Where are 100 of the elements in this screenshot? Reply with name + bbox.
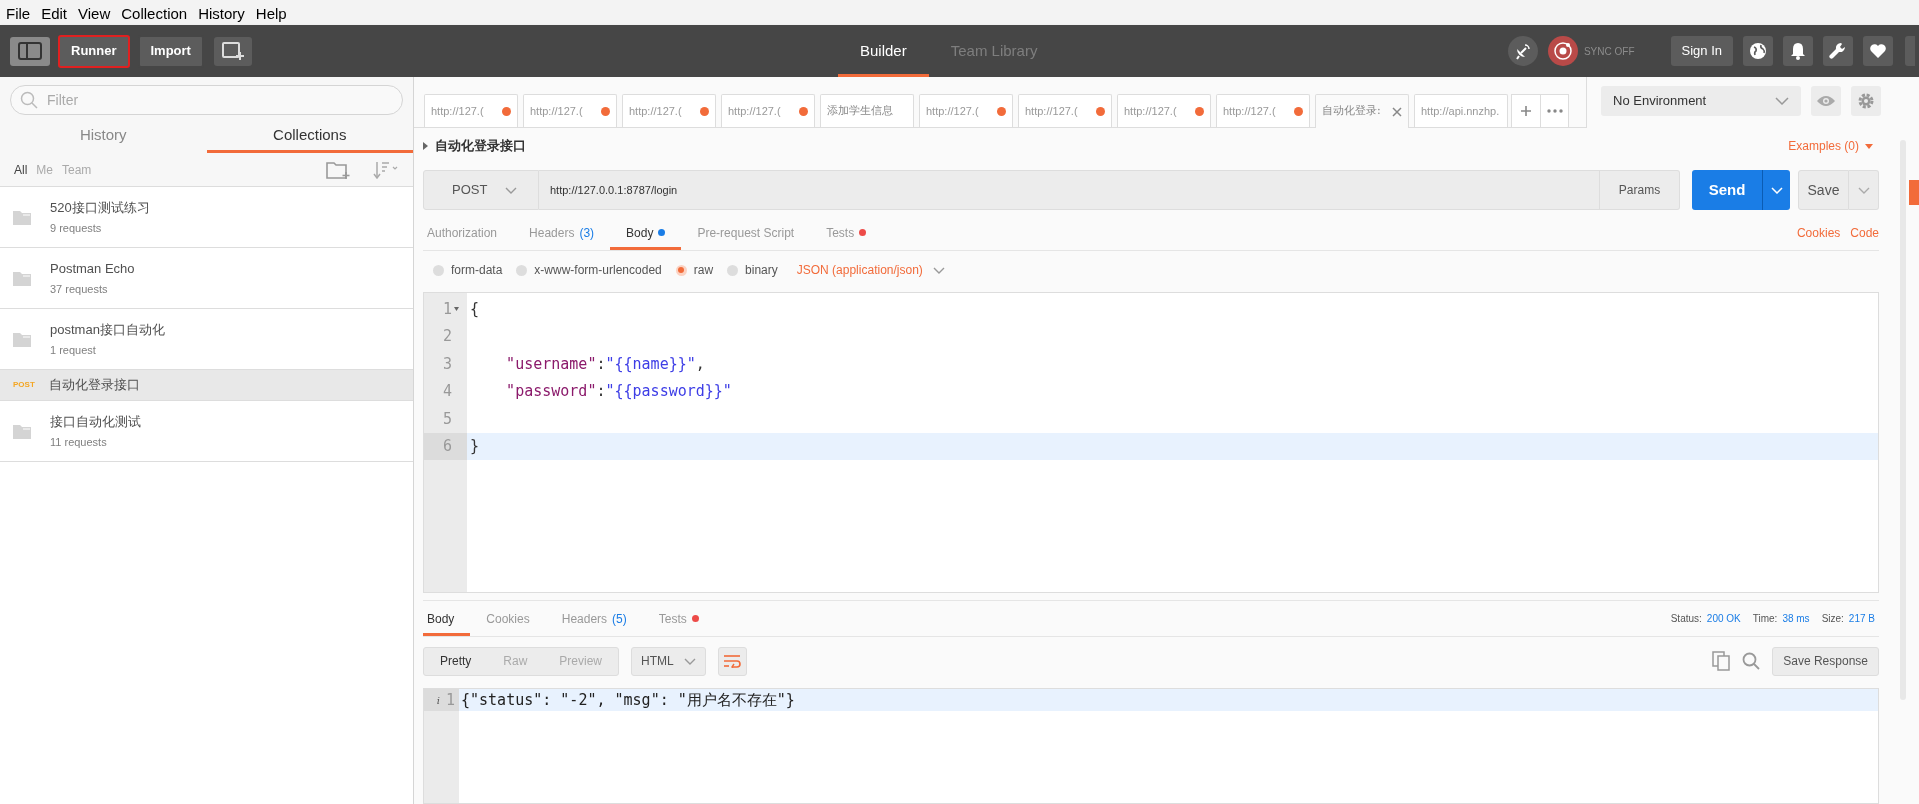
- folder-icon: [13, 423, 31, 439]
- fold-caret-icon: [454, 306, 459, 311]
- request-tab[interactable]: 自动化登录:: [1315, 94, 1409, 128]
- notifications-button[interactable]: [1783, 36, 1813, 66]
- favorite-button[interactable]: [1863, 36, 1893, 66]
- chevron-down-icon: [1857, 186, 1870, 194]
- code-line: "password":"{{password}}": [505, 381, 732, 402]
- radio-option[interactable]: x-www-form-urlencoded: [516, 261, 662, 279]
- add-tab-button[interactable]: [1511, 94, 1541, 127]
- stat-label: Status:: [1670, 612, 1702, 626]
- format-dropdown[interactable]: HTML: [631, 646, 706, 676]
- request-title: 自动化登录接口: [435, 137, 526, 156]
- menu-item[interactable]: Help: [255, 4, 287, 25]
- menu-item[interactable]: Collection: [121, 4, 188, 25]
- line-number: 1: [445, 689, 455, 711]
- request-count: 37 requests: [50, 282, 109, 297]
- bell-icon: [1789, 42, 1807, 60]
- sidebar-toggle-button[interactable]: [10, 36, 50, 66]
- code-line: {"status": "-2", "msg": "用户名不存在"}: [461, 689, 795, 711]
- menu-item[interactable]: View: [78, 4, 111, 25]
- satellite-icon: [1513, 42, 1532, 60]
- import-button[interactable]: Import: [137, 34, 204, 68]
- menu-item[interactable]: History: [198, 4, 245, 25]
- line-number: 6: [442, 436, 452, 457]
- line-number: 1: [442, 298, 452, 320]
- sidebar-icon: [18, 42, 42, 60]
- method-label: POST: [13, 379, 36, 391]
- satellite-button[interactable]: [1507, 36, 1538, 66]
- globe-icon: [1749, 42, 1767, 60]
- line-number: 2: [442, 326, 452, 347]
- info-marker: i: [436, 693, 440, 708]
- new-folder-icon[interactable]: [326, 159, 350, 180]
- close-icon: [1392, 106, 1402, 117]
- view-mode-button[interactable]: Pretty: [424, 647, 488, 675]
- url-field[interactable]: http://127.0.0.1:8787/login: [539, 170, 1600, 210]
- menu-item[interactable]: Edit: [41, 4, 68, 25]
- radio-option[interactable]: raw: [675, 261, 714, 279]
- wrench-icon: [1829, 42, 1847, 60]
- chevron-down-icon: [932, 266, 945, 274]
- radio-option[interactable]: form-data: [433, 261, 503, 279]
- request-tab[interactable]: 添加学生信息: [820, 94, 914, 127]
- heart-icon: [1869, 42, 1887, 60]
- side-marker: [1909, 180, 1919, 205]
- filter-field[interactable]: Filter: [10, 85, 403, 115]
- new-tab-button[interactable]: [213, 36, 252, 66]
- request-count: 1 request: [50, 343, 97, 358]
- sync-icon: [1547, 36, 1578, 66]
- line-number: 4: [442, 381, 452, 402]
- request-count: 9 requests: [50, 221, 103, 236]
- sort-icon[interactable]: [373, 160, 399, 179]
- chevron-down-icon: [505, 186, 518, 194]
- quick-look-button[interactable]: [1811, 86, 1841, 116]
- scope-filter[interactable]: All: [14, 160, 28, 179]
- more-tabs-button[interactable]: [1541, 94, 1569, 127]
- stat-value: 200 OK: [1706, 612, 1741, 626]
- collection-name: 接口自动化测试: [50, 412, 141, 431]
- save-response-button[interactable]: Save Response: [1772, 646, 1879, 676]
- search-icon: [20, 91, 38, 109]
- params-button[interactable]: Params: [1600, 170, 1680, 210]
- stat-label: Time:: [1752, 612, 1778, 626]
- line-number: 5: [442, 408, 452, 430]
- code-line: "username":"{{name}}",: [505, 353, 705, 375]
- copy-icon[interactable]: [1712, 651, 1731, 671]
- folder-icon: [13, 270, 31, 286]
- search-icon[interactable]: [1742, 652, 1761, 670]
- wrap-icon: [723, 654, 742, 668]
- globe-button[interactable]: [1743, 36, 1773, 66]
- chevron-down-icon: [1775, 97, 1789, 105]
- request-item[interactable]: POST 自动化登录接口: [0, 370, 413, 401]
- environment-dropdown[interactable]: No Environment: [1601, 86, 1801, 116]
- sign-in-button[interactable]: Sign In: [1670, 36, 1733, 66]
- send-options-button[interactable]: [1762, 170, 1790, 210]
- caret-down-icon: [1865, 143, 1873, 149]
- request-count: 11 requests: [50, 435, 108, 450]
- tab[interactable]: Headers (3): [513, 215, 611, 250]
- wrap-lines-button[interactable]: [717, 646, 747, 676]
- request-name: 自动化登录接口: [49, 376, 140, 395]
- tab[interactable]: Headers (5): [545, 601, 643, 636]
- folder-icon: [13, 331, 31, 347]
- settings-button[interactable]: [1823, 36, 1853, 66]
- send-button[interactable]: Send: [1692, 170, 1762, 210]
- radio-option[interactable]: binary: [727, 261, 778, 279]
- menu-item[interactable]: File: [6, 4, 31, 25]
- code-editor[interactable]: 1 2 3 4 5 6 { "username":"{{name}}", "password":"{{password}}" }: [423, 292, 1879, 593]
- runner-button[interactable]: Runner: [58, 34, 130, 68]
- gear-icon: [1857, 92, 1875, 110]
- line-number: 3: [442, 353, 452, 375]
- code-line: }: [470, 436, 480, 457]
- tab[interactable]: Body: [423, 601, 471, 636]
- sidebar-tab[interactable]: History: [0, 120, 207, 153]
- caret-right-icon: [423, 142, 428, 150]
- save-button[interactable]: Save: [1798, 170, 1849, 210]
- eye-icon: [1816, 95, 1836, 107]
- plus-window-icon: [220, 41, 245, 61]
- stat-value: 38 ms: [1782, 612, 1810, 626]
- save-options-button[interactable]: [1849, 170, 1879, 210]
- code-line: {: [470, 298, 480, 320]
- method-dropdown[interactable]: POST: [423, 170, 539, 210]
- tab[interactable]: Body: [610, 215, 682, 250]
- plus-icon: [1521, 106, 1531, 116]
